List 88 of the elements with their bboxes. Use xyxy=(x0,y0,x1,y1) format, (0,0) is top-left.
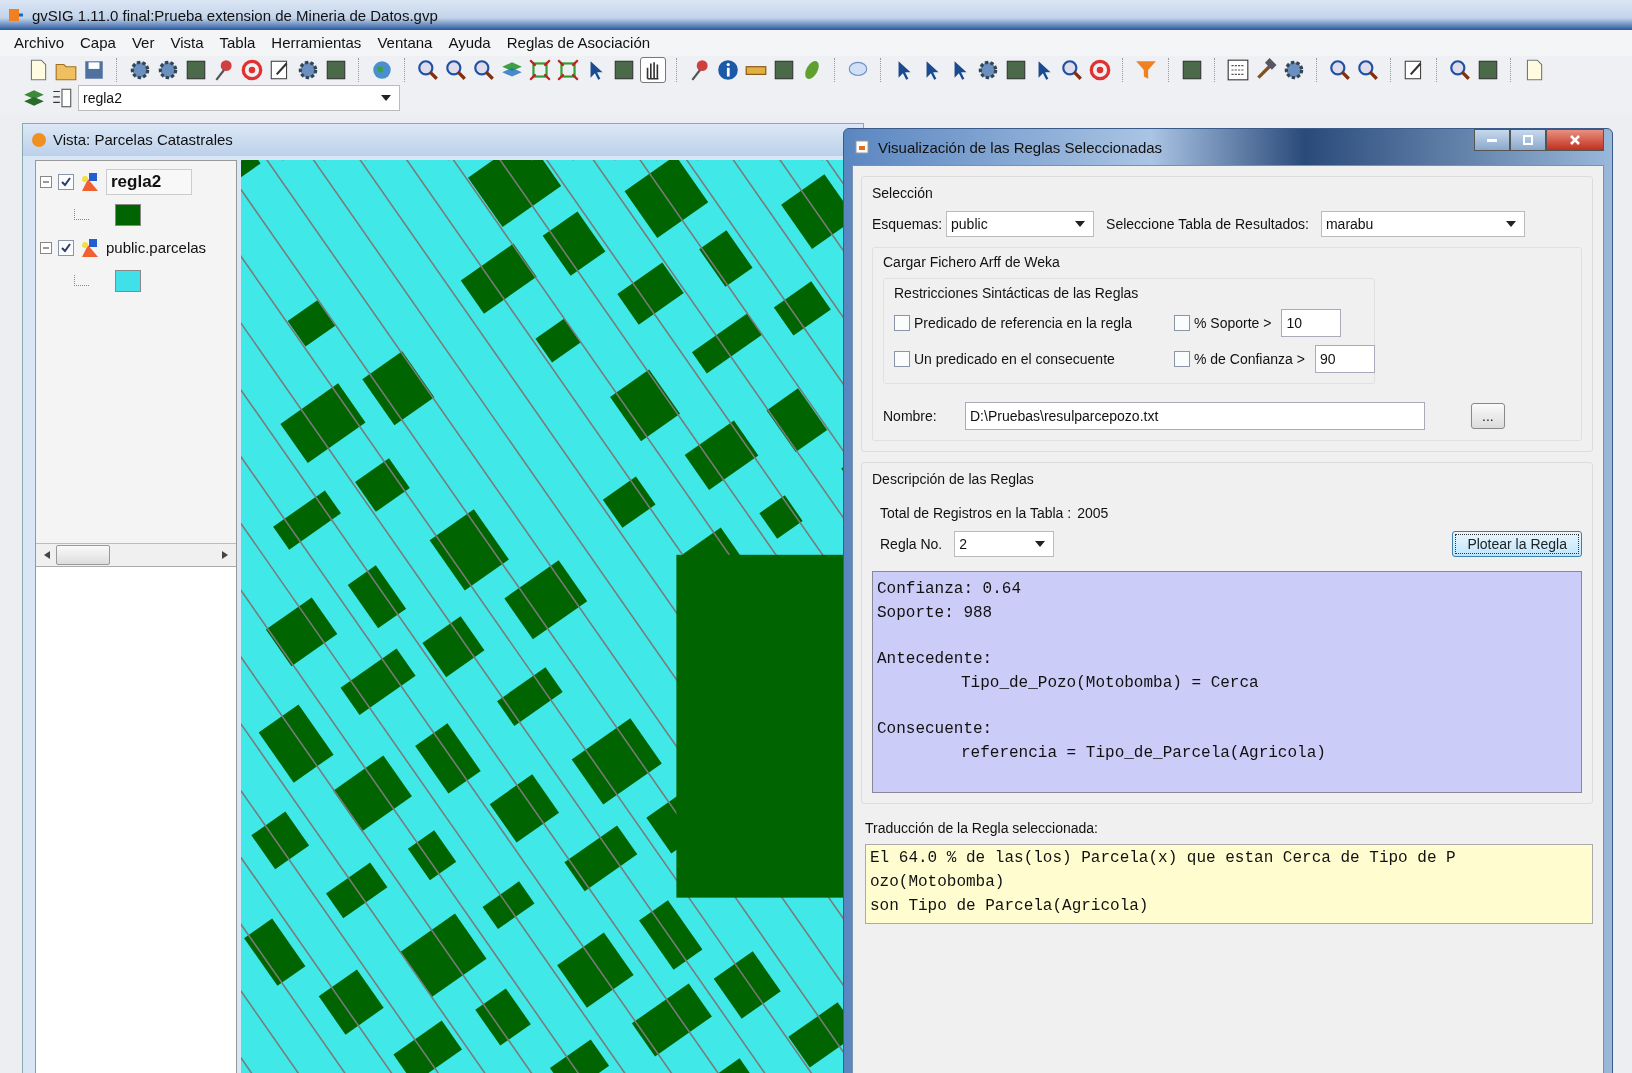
menu-item[interactable]: Ventana xyxy=(377,34,433,52)
minimize-icon xyxy=(1487,138,1497,142)
browse-button[interactable]: ... xyxy=(1471,403,1505,429)
magnifier-icon[interactable] xyxy=(416,57,440,82)
info-icon[interactable] xyxy=(716,57,740,82)
rule-line: Soporte: 988 xyxy=(877,604,994,622)
option-checkbox[interactable] xyxy=(894,351,910,367)
magnifier-icon[interactable] xyxy=(1328,57,1352,82)
caret-icon xyxy=(1075,221,1086,227)
option-label: Un predicado en el consecuente xyxy=(914,351,1115,367)
threshold-field[interactable]: 90 xyxy=(1314,345,1375,373)
field-label: Nombre: xyxy=(883,408,938,424)
option-checkbox[interactable] xyxy=(1174,315,1190,331)
layer-dropdown[interactable]: regla2 xyxy=(78,85,400,112)
hammer-icon[interactable] xyxy=(1254,57,1278,82)
menu-item[interactable]: Tabla xyxy=(219,34,256,52)
total-label: Total de Registros en la Tabla : xyxy=(880,505,1072,521)
menu-item[interactable]: Ayuda xyxy=(448,34,491,52)
menu-item[interactable]: Herramientas xyxy=(271,34,362,52)
close-button[interactable] xyxy=(1546,129,1604,151)
field-label: Esquemas: xyxy=(872,216,943,232)
collapse-icon[interactable] xyxy=(40,241,52,254)
translation-line: El 64.0 % de las(los) Parcela(x) que estan Cerca de Tipo de P xyxy=(870,849,1457,867)
close-icon xyxy=(1568,134,1582,146)
minimize-button[interactable] xyxy=(1474,129,1510,151)
app-icon xyxy=(8,7,24,24)
magnifier-icon[interactable] xyxy=(444,57,468,82)
layer-icon xyxy=(80,236,100,259)
table-dropdown[interactable]: marabu xyxy=(1320,211,1525,237)
dialog-title: Visualización de las Reglas Seleccionadas xyxy=(878,138,1164,156)
layer-name[interactable]: public.parcelas xyxy=(106,239,207,257)
target-icon[interactable] xyxy=(240,57,264,82)
option-checkbox[interactable] xyxy=(1174,351,1190,367)
field-label: Seleccione Tabla de Resultados: xyxy=(1106,216,1309,232)
collapse-icon[interactable] xyxy=(40,175,52,188)
hand-icon[interactable] xyxy=(640,56,666,83)
layer-name[interactable]: regla2 xyxy=(106,168,193,195)
java-cup-icon xyxy=(854,139,870,155)
magnifier-icon[interactable] xyxy=(1448,57,1472,82)
menu-item[interactable]: Reglas de Asociación xyxy=(506,34,651,52)
rule-line: referencia = Tipo_de_Parcela(Agricola) xyxy=(960,744,1327,762)
option-label: Predicado de referencia en la regla xyxy=(914,315,1132,331)
file-path-field[interactable]: D:\Pruebas\resulparcepozo.txt xyxy=(965,402,1425,430)
translation-line: ozo(Motobomba) xyxy=(870,873,1006,891)
section-title: Restricciones Sintácticas de las Reglas xyxy=(894,285,1140,301)
option-checkbox[interactable] xyxy=(894,315,910,331)
maximize-icon xyxy=(1521,134,1535,146)
maximize-button[interactable] xyxy=(1510,129,1546,151)
caret-icon xyxy=(1505,221,1516,227)
rule-line: Antecedente: xyxy=(877,650,994,668)
menu-item[interactable]: Capa xyxy=(80,34,116,52)
section-title: Descripción de las Reglas xyxy=(872,471,1035,487)
frame-icon[interactable] xyxy=(556,57,580,82)
option-label: % Soporte > xyxy=(1194,315,1272,331)
target-icon[interactable] xyxy=(1088,57,1112,82)
view-title: Vista: Parcelas Catastrales xyxy=(53,131,233,149)
layer-icon xyxy=(80,170,100,193)
field-label: Regla No. xyxy=(880,536,943,552)
layer-checkbox[interactable] xyxy=(58,239,74,256)
threshold-field[interactable]: 10 xyxy=(1281,309,1342,337)
horizontal-scrollbar[interactable] xyxy=(36,542,236,566)
rule-dropdown[interactable]: 2 xyxy=(954,531,1055,557)
left-arrow-icon[interactable] xyxy=(44,550,50,559)
section-title: Cargar Fichero Arff de Weka xyxy=(883,254,1061,270)
rule-line: Tipo_de_Pozo(Motobomba) = Cerca xyxy=(960,674,1260,692)
section-title: Traducción de la Regla seleccionada: xyxy=(865,820,1099,836)
grid-icon[interactable] xyxy=(1226,57,1250,82)
right-arrow-icon[interactable] xyxy=(222,550,228,559)
total-value: 2005 xyxy=(1077,505,1109,521)
menu-item[interactable]: Vista xyxy=(170,34,204,52)
caret-icon xyxy=(1035,541,1046,547)
magnifier-icon[interactable] xyxy=(472,57,496,82)
caret-icon xyxy=(381,95,391,102)
schema-dropdown[interactable]: public xyxy=(946,211,1095,237)
view-icon xyxy=(31,131,47,148)
menu-item[interactable]: Archivo xyxy=(14,34,65,52)
section-title: Selección xyxy=(872,185,934,201)
translation-line: son Tipo de Parcela(Agricola) xyxy=(870,897,1150,915)
rule-line: Consecuente: xyxy=(877,720,994,738)
frame-icon[interactable] xyxy=(528,57,552,82)
plot-rule-button[interactable]: Plotear la Regla xyxy=(1452,531,1582,557)
option-label: % de Confianza > xyxy=(1194,351,1305,367)
menu-item[interactable]: Ver xyxy=(131,34,155,52)
magnifier-icon[interactable] xyxy=(1356,57,1380,82)
window-title: gvSIG 1.11.0 final:Prueba extension de Mineria de Datos.gvp xyxy=(32,6,438,24)
layer-checkbox[interactable] xyxy=(58,173,74,190)
rule-line: Confianza: 0.64 xyxy=(877,580,1023,598)
magnifier-icon[interactable] xyxy=(1060,57,1084,82)
